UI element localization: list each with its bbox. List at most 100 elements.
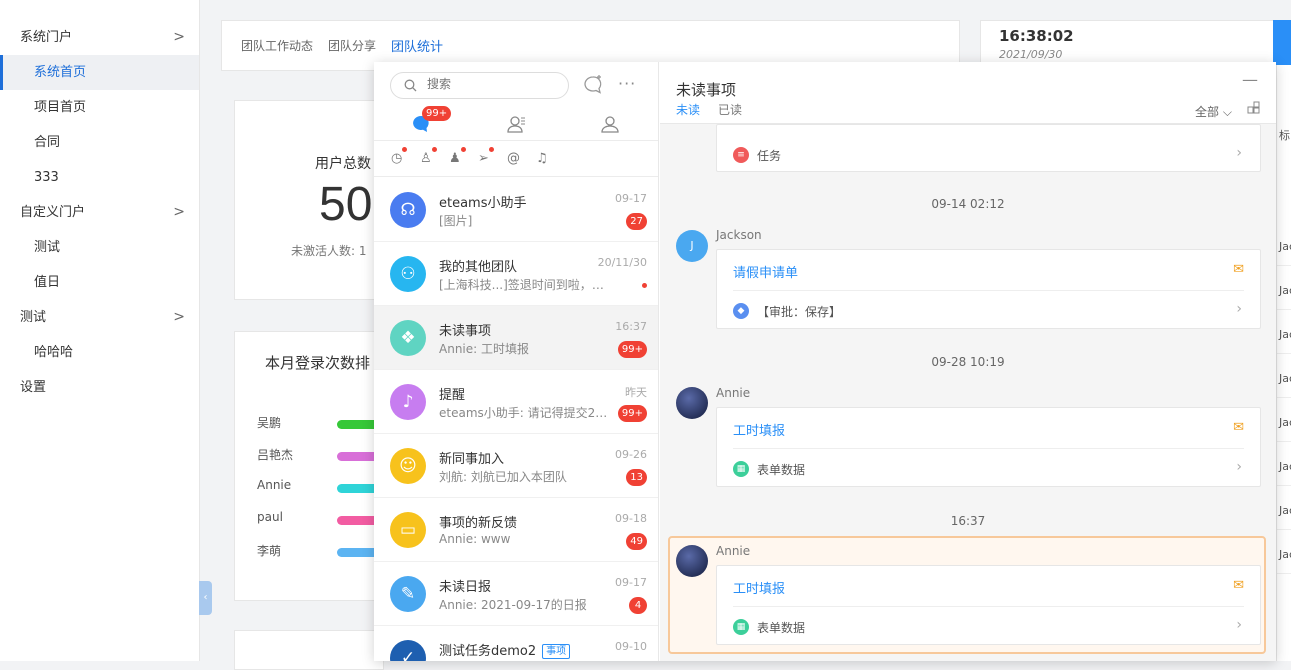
tab-team-share[interactable]: 团队分享 — [328, 37, 376, 54]
layers-icon: ❖ — [390, 320, 426, 356]
sidebar-item-0[interactable]: 系统门户 > — [0, 20, 199, 55]
search-icon — [404, 79, 417, 96]
conversation-time: 09-18 — [615, 512, 647, 525]
more-icon[interactable]: ··· — [618, 74, 636, 93]
mail-icon: ✉ — [1233, 578, 1244, 593]
timesheet-card[interactable]: 工时填报 ✉ ▦ 表单数据 › — [716, 565, 1261, 645]
sidebar-item-7[interactable]: 值日 — [0, 265, 199, 300]
user-total-label: 用户总数 — [315, 156, 371, 172]
profile-icon — [600, 116, 620, 139]
mention-filter[interactable]: @ — [507, 151, 520, 166]
conversation-item[interactable]: ⚇ 我的其他团队 [上海科技...]签退时间到啦，别... 20/11/30 — [374, 242, 658, 306]
messages-tab[interactable]: 99+ — [411, 106, 452, 139]
conversation-name: 新同事加入 — [439, 452, 505, 467]
conversation-time: 09-26 — [615, 448, 647, 461]
leave-request-card[interactable]: 请假申请单 ✉ ◆ 【审批：保存】 › — [716, 249, 1261, 329]
group-filter[interactable]: ♟ — [449, 147, 466, 166]
minimize-button[interactable]: — — [1242, 70, 1258, 89]
right-list-cell: Jac — [1279, 328, 1291, 341]
person-filter[interactable]: ♙ — [420, 147, 437, 166]
right-list-cell: Jac — [1279, 372, 1291, 385]
clock-card: 16:38:02 2021/09/30 — [980, 20, 1291, 65]
conversation-preview: 刘航: 刘航已加入本团队 — [439, 470, 567, 484]
chat-bubble-icon — [411, 115, 431, 139]
filter-tabs: ◷ ♙ ♟ ➢ @ ♫ — [374, 142, 658, 177]
detail-header: 未读事项 未读 已读 — 全部 ⌵ — [660, 62, 1276, 124]
conversation-time: 16:37 — [615, 320, 647, 333]
conversation-name: eteams小助手 — [439, 196, 527, 211]
bell-icon: ♪ — [390, 384, 426, 420]
card-item: 【审批：保存】 — [757, 305, 842, 319]
form-icon: ▦ — [733, 619, 749, 635]
tab-team-stats[interactable]: 团队统计 — [391, 36, 443, 55]
profile-tab[interactable] — [600, 114, 620, 139]
filter-label: 全部 — [1195, 105, 1220, 119]
tab-team-activity[interactable]: 团队工作动态 — [241, 37, 313, 54]
conversation-item[interactable]: ❖ 未读事项 Annie: 工时填报 16:37 99+ — [374, 306, 658, 370]
rank-name: 吕艳杰 — [257, 448, 294, 462]
conversation-preview: Annie: 工时填报 — [439, 342, 529, 356]
read-tab[interactable]: 已读 — [718, 101, 742, 118]
sidebar-collapse-handle[interactable]: ‹ — [199, 581, 212, 615]
avatar — [676, 545, 708, 577]
unread-count-badge: 27 — [626, 213, 647, 230]
feedback-icon: ▭ — [390, 512, 426, 548]
avatar: J — [676, 230, 708, 262]
mute-icon: ♫ — [536, 151, 548, 166]
search-input[interactable] — [427, 77, 557, 91]
mute-filter[interactable]: ♫ — [536, 151, 548, 166]
sidebar-item-8[interactable]: 测试 > — [0, 300, 199, 335]
conversation-item[interactable]: ☊ eteams小助手 [图片] 09-17 27 — [374, 178, 658, 242]
sidebar-item-label: 测试 — [34, 240, 61, 255]
conversation-item[interactable]: ▭ 事项的新反馈 Annie: www 09-18 49 — [374, 498, 658, 562]
conversation-item[interactable]: ♪ 提醒 eteams小助手: 请记得提交2021-09... 昨天 99+ — [374, 370, 658, 434]
conversation-preview: eteams小助手: 请记得提交2021-09... — [439, 406, 614, 420]
recent-filter[interactable]: ◷ — [391, 147, 408, 166]
conversation-item[interactable]: ✓ 测试任务demo2 事项 09-10 — [374, 626, 658, 661]
unread-count-badge: 4 — [629, 597, 647, 614]
sender-name: Jackson — [716, 228, 762, 242]
sent-filter[interactable]: ➢ — [478, 147, 494, 166]
unread-count-badge: 99+ — [617, 405, 647, 422]
conversation-item[interactable]: ☺ 新同事加入 刘航: 刘航已加入本团队 09-26 13 — [374, 434, 658, 498]
conversation-name: 事项的新反馈 — [439, 516, 518, 531]
right-list-cell: Jac — [1279, 504, 1291, 517]
conversation-item[interactable]: ✎ 未读日报 Annie: 2021-09-17的日报 09-17 4 — [374, 562, 658, 626]
right-list-header: 标 — [1279, 129, 1290, 142]
filter-dropdown[interactable]: 全部 ⌵ — [1195, 103, 1232, 120]
search-box[interactable] — [390, 72, 569, 99]
contacts-tab[interactable] — [506, 114, 526, 139]
sidebar-item-3[interactable]: 合同 — [0, 125, 199, 160]
messenger-main-tabs: 99+ — [374, 106, 658, 141]
sidebar-item-label: 系统首页 — [34, 65, 87, 80]
right-list-cell: Jac — [1279, 416, 1291, 429]
layout-icon[interactable] — [1247, 101, 1260, 118]
sidebar-item-1[interactable]: 系统首页 — [0, 55, 199, 90]
rank-row: 李萌 — [257, 542, 383, 562]
conversation-name: 未读日报 — [439, 580, 492, 595]
new-chat-icon[interactable] — [582, 74, 604, 96]
task-card[interactable]: ≡ 任务 › — [716, 124, 1261, 172]
sidebar-item-5[interactable]: 自定义门户 > — [0, 195, 199, 230]
form-icon: ▦ — [733, 461, 749, 477]
sidebar-item-9[interactable]: 哈哈哈 — [0, 335, 199, 370]
sidebar-item-label: 自定义门户 — [20, 205, 86, 220]
approval-icon: ◆ — [733, 303, 749, 319]
sidebar-item-label: 测试 — [20, 310, 47, 325]
right-list-cell: Jac — [1279, 284, 1291, 297]
sidebar-item-2[interactable]: 项目首页 — [0, 90, 199, 125]
card-title: 请假申请单 — [733, 266, 799, 281]
conversation-preview: Annie: 2021-09-17的日报 — [439, 598, 587, 612]
sidebar-item-10[interactable]: 设置 — [0, 370, 199, 405]
clock-date: 2021/09/30 — [999, 48, 1063, 61]
sidebar-item-label: 哈哈哈 — [34, 345, 74, 360]
unread-tab[interactable]: 未读 — [676, 101, 700, 118]
sidebar-item-4[interactable]: 333 — [0, 160, 199, 195]
timesheet-card[interactable]: 工时填报 ✉ ▦ 表单数据 › — [716, 407, 1261, 487]
sidebar-item-6[interactable]: 测试 — [0, 230, 199, 265]
rank-name: 李萌 — [257, 544, 282, 558]
login-rank-title: 本月登录次数排 — [265, 354, 371, 372]
rank-name: paul — [257, 510, 283, 524]
person-icon: ♙ — [420, 151, 432, 166]
contacts-icon — [506, 116, 526, 139]
